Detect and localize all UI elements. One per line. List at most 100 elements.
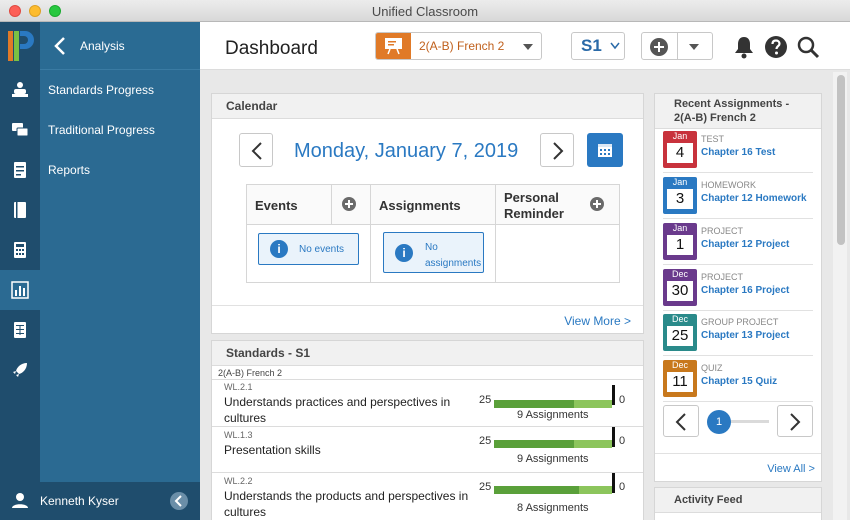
standard-progress-bar: [494, 440, 612, 448]
assignment-title-link[interactable]: Chapter 16 Test: [701, 147, 775, 158]
add-reminder-icon[interactable]: [590, 197, 604, 211]
recent-assignment-item[interactable]: Jan 3 HOMEWORK Chapter 12 Homework: [663, 173, 813, 219]
no-events-text: No events: [299, 244, 345, 255]
rail-analysis-button[interactable]: [0, 270, 40, 310]
assignment-type: TEST: [701, 134, 725, 144]
standard-left-value: 25: [479, 394, 492, 406]
target-marker: [612, 473, 615, 493]
target-marker: [612, 427, 615, 447]
assignment-type: GROUP PROJECT: [701, 317, 779, 327]
divider: [331, 185, 332, 225]
window-titlebar: Unified Classroom: [0, 0, 850, 22]
recent-assignment-item[interactable]: Jan 1 PROJECT Chapter 12 Project: [663, 219, 813, 265]
scrollbar-thumb[interactable]: [837, 75, 845, 245]
assignment-type: PROJECT: [701, 272, 744, 282]
rail-calculator-button[interactable]: [0, 230, 40, 270]
progress-fill-dark: [494, 440, 575, 448]
user-area[interactable]: Kenneth Kyser: [40, 482, 200, 520]
class-icon: [376, 33, 411, 59]
add-menu[interactable]: [641, 32, 713, 60]
help-icon[interactable]: [764, 35, 788, 59]
calendar-picker-button[interactable]: [587, 133, 623, 167]
pagination-current-page[interactable]: 1: [707, 410, 731, 434]
pagination-prev-button[interactable]: [663, 405, 699, 437]
collapse-menu-button[interactable]: [170, 492, 188, 510]
chevron-down-icon: [523, 44, 533, 50]
menu-header[interactable]: Analysis: [40, 22, 200, 70]
standard-right-value: 0: [619, 394, 626, 406]
standard-progress-bar: [494, 486, 612, 494]
activity-feed-title: Activity Feed: [655, 488, 821, 513]
rail-grid-button[interactable]: [0, 310, 40, 350]
view-more-link[interactable]: View More >: [564, 314, 631, 328]
standard-assignment-count: 9 Assignments: [517, 453, 589, 465]
rail-teacher-button[interactable]: [0, 70, 40, 110]
assignment-title-link[interactable]: Chapter 12 Project: [701, 239, 789, 250]
standard-row[interactable]: WL.2.2 Understands the products and pers…: [212, 472, 643, 520]
recent-assignment-item[interactable]: Jan 4 TEST Chapter 16 Test: [663, 127, 813, 173]
progress-fill-light: [574, 440, 612, 448]
calendar-prev-button[interactable]: [239, 133, 273, 167]
standard-row[interactable]: WL.1.3 Presentation skills 25 0 9 Assign…: [212, 426, 643, 472]
recent-assignments-card: Recent Assignments - 2(A-B) French 2 Jan…: [654, 93, 822, 482]
add-circle-icon[interactable]: [649, 37, 669, 57]
no-events-notice: i No events: [258, 233, 359, 265]
add-event-icon[interactable]: [342, 197, 356, 211]
date-badge: Jan 3: [663, 177, 697, 214]
date-badge-day: 4: [667, 143, 693, 163]
page-title: Dashboard: [225, 38, 318, 59]
chevron-left-icon[interactable]: [52, 36, 68, 56]
standard-code: WL.2.1: [224, 382, 253, 392]
class-selector[interactable]: 2(A-B) French 2: [375, 32, 542, 60]
search-icon[interactable]: [796, 35, 820, 59]
rail-launch-button[interactable]: [0, 350, 40, 390]
icon-rail: [0, 22, 40, 520]
assignments-label: Assignments: [379, 198, 461, 213]
progress-fill-light: [578, 486, 612, 494]
chevron-right-icon: [553, 142, 564, 160]
presentation-board-icon: [385, 38, 402, 55]
date-badge-day: 11: [667, 372, 693, 392]
standard-left-value: 25: [479, 481, 492, 493]
view-all-link[interactable]: View All >: [767, 463, 815, 475]
divider: [677, 33, 678, 59]
date-badge-day: 30: [667, 281, 693, 301]
assignment-title-link[interactable]: Chapter 13 Project: [701, 330, 789, 341]
standard-name: Understands the products and perspective…: [224, 489, 469, 519]
pagination-next-button[interactable]: [777, 405, 813, 437]
standard-row[interactable]: WL.2.1 Understands practices and perspec…: [212, 379, 643, 426]
menu-item-standards-progress[interactable]: Standards Progress: [48, 83, 154, 97]
events-column: Events i No events: [247, 185, 371, 282]
calendar-next-button[interactable]: [540, 133, 574, 167]
standard-name: Presentation skills: [224, 443, 321, 457]
menu-item-reports[interactable]: Reports: [48, 163, 90, 177]
standards-card-title: Standards - S1: [212, 341, 643, 366]
rail-book-button[interactable]: [0, 190, 40, 230]
no-assignments-notice: i No assignments: [383, 232, 484, 273]
rail-gradebook-button[interactable]: [0, 150, 40, 190]
recent-assignment-item[interactable]: Dec 30 PROJECT Chapter 16 Project: [663, 265, 813, 311]
date-badge-day: 1: [667, 235, 693, 255]
standard-right-value: 0: [619, 435, 626, 447]
divider: [212, 305, 643, 306]
class-name: 2(A-B) French 2: [419, 39, 505, 53]
chevron-down-icon[interactable]: [689, 44, 699, 50]
term-label: S1: [581, 36, 602, 55]
date-badge: Jan 4: [663, 131, 697, 168]
rail-messages-button[interactable]: [0, 110, 40, 150]
calculator-icon: [14, 242, 26, 258]
rail-user-area[interactable]: [0, 482, 40, 520]
recent-assignment-item[interactable]: Dec 11 QUIZ Chapter 15 Quiz: [663, 356, 813, 402]
bell-icon[interactable]: [732, 35, 756, 59]
bar-chart-icon: [11, 281, 29, 299]
menu-item-traditional-progress[interactable]: Traditional Progress: [48, 123, 155, 137]
assignment-title-link[interactable]: Chapter 12 Homework: [701, 193, 807, 204]
term-selector[interactable]: S1: [571, 32, 625, 60]
standard-assignment-count: 9 Assignments: [517, 409, 589, 421]
recent-assignment-item[interactable]: Dec 25 GROUP PROJECT Chapter 13 Project: [663, 310, 813, 356]
info-icon: i: [395, 244, 413, 262]
date-badge: Dec 30: [663, 269, 697, 306]
assignment-title-link[interactable]: Chapter 16 Project: [701, 285, 789, 296]
assignment-title-link[interactable]: Chapter 15 Quiz: [701, 376, 777, 387]
standard-right-value: 0: [619, 481, 626, 493]
